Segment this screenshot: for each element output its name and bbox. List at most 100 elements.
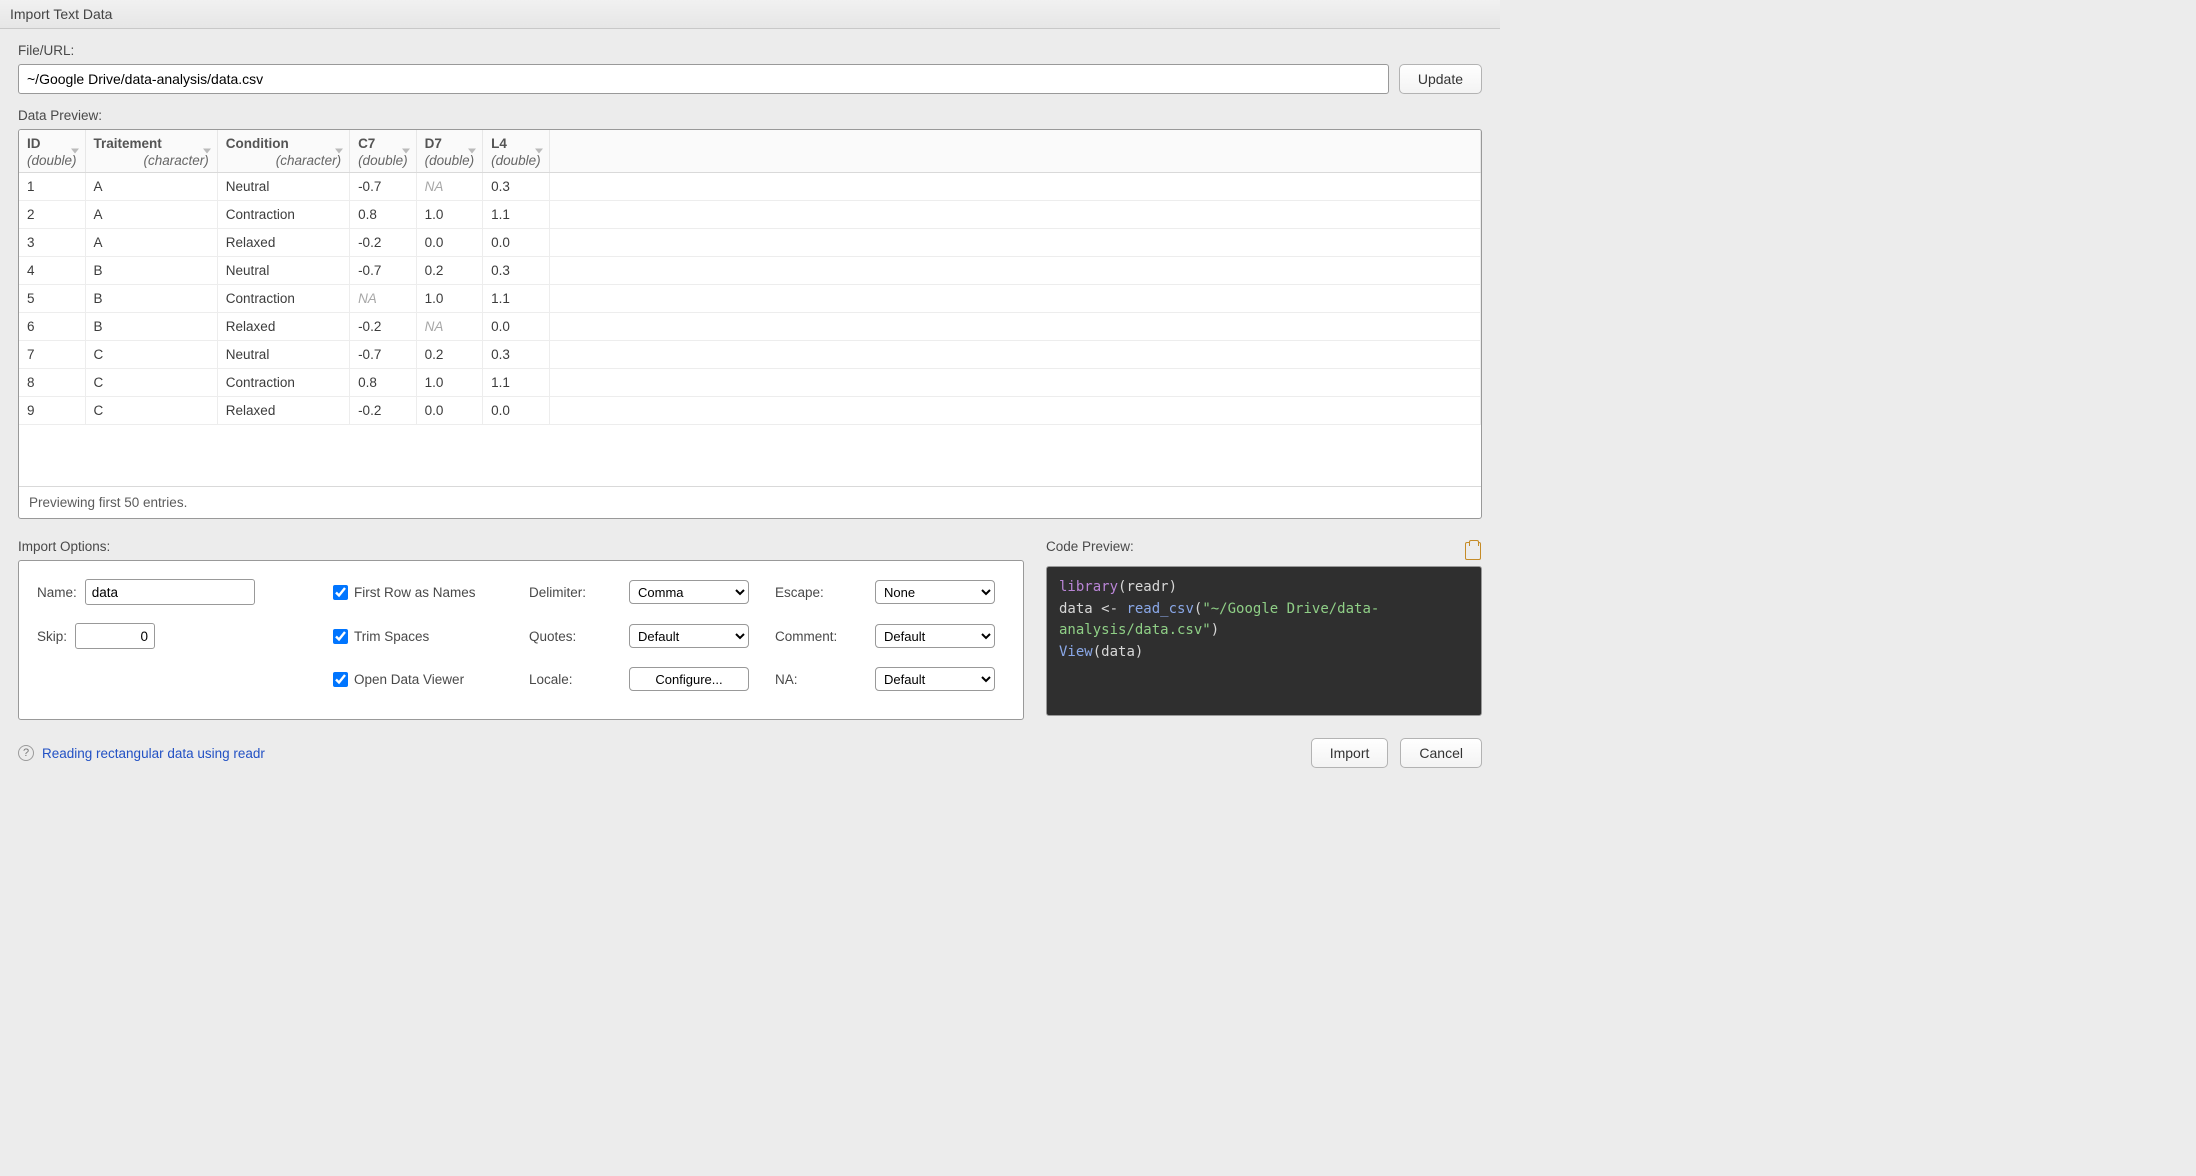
- trim-spaces-checkbox-box[interactable]: [333, 629, 348, 644]
- table-cell: 0.3: [483, 341, 550, 369]
- table-cell: A: [85, 173, 217, 201]
- table-cell: C: [85, 397, 217, 425]
- column-header[interactable]: Condition(character): [217, 130, 349, 173]
- comment-select[interactable]: Default: [875, 624, 995, 648]
- column-type: (double): [491, 151, 541, 168]
- table-cell: 0.8: [350, 201, 417, 229]
- column-header[interactable]: D7(double): [416, 130, 483, 173]
- preview-scroll[interactable]: ID(double)Traitement(character)Condition…: [19, 130, 1481, 486]
- table-cell: 2: [19, 201, 85, 229]
- table-cell: A: [85, 229, 217, 257]
- code-token: ): [1169, 579, 1177, 595]
- column-type: (double): [425, 151, 475, 168]
- table-row: 1ANeutral-0.7NA0.3: [19, 173, 1481, 201]
- data-preview: ID(double)Traitement(character)Condition…: [18, 129, 1482, 519]
- code-box[interactable]: library(readr) data <- read_csv("~/Googl…: [1046, 566, 1482, 716]
- chevron-down-icon[interactable]: [335, 149, 343, 154]
- chevron-down-icon[interactable]: [535, 149, 543, 154]
- table-cell: C: [85, 369, 217, 397]
- table-cell: 1.1: [483, 201, 550, 229]
- cell-filler: [549, 397, 1480, 425]
- code-preview: Code Preview: library(readr) data <- rea…: [1046, 539, 1482, 716]
- first-row-checkbox[interactable]: First Row as Names: [333, 585, 523, 600]
- chevron-down-icon[interactable]: [402, 149, 410, 154]
- import-button[interactable]: Import: [1311, 738, 1389, 768]
- locale-configure-button[interactable]: Configure...: [629, 667, 749, 691]
- help-icon[interactable]: ?: [18, 745, 34, 761]
- column-name: L4: [491, 136, 507, 151]
- table-cell: 0.8: [350, 369, 417, 397]
- table-row: 7CNeutral-0.70.20.3: [19, 341, 1481, 369]
- column-type: (character): [94, 151, 209, 168]
- table-cell: A: [85, 201, 217, 229]
- table-cell: NA: [416, 173, 483, 201]
- column-type: (double): [27, 151, 77, 168]
- skip-input[interactable]: [75, 623, 155, 649]
- quotes-select[interactable]: Default: [629, 624, 749, 648]
- comment-label: Comment:: [775, 629, 865, 644]
- open-viewer-checkbox-box[interactable]: [333, 672, 348, 687]
- column-header[interactable]: Traitement(character): [85, 130, 217, 173]
- table-cell: 0.2: [416, 341, 483, 369]
- table-cell: C: [85, 341, 217, 369]
- first-row-checkbox-box[interactable]: [333, 585, 348, 600]
- table-cell: -0.7: [350, 341, 417, 369]
- column-type: (character): [226, 151, 341, 168]
- table-row: 2AContraction0.81.01.1: [19, 201, 1481, 229]
- chevron-down-icon[interactable]: [468, 149, 476, 154]
- table-row: 6BRelaxed-0.2NA0.0: [19, 313, 1481, 341]
- table-row: 8CContraction0.81.01.1: [19, 369, 1481, 397]
- code-preview-label: Code Preview:: [1046, 539, 1134, 554]
- cell-filler: [549, 313, 1480, 341]
- table-cell: 0.0: [483, 229, 550, 257]
- table-row: 4BNeutral-0.70.20.3: [19, 257, 1481, 285]
- table-cell: Neutral: [217, 257, 349, 285]
- column-header[interactable]: L4(double): [483, 130, 550, 173]
- escape-select[interactable]: None: [875, 580, 995, 604]
- table-cell: 3: [19, 229, 85, 257]
- table-cell: -0.2: [350, 313, 417, 341]
- clipboard-icon[interactable]: [1464, 540, 1482, 560]
- preview-table: ID(double)Traitement(character)Condition…: [19, 130, 1481, 425]
- na-select[interactable]: Default: [875, 667, 995, 691]
- table-cell: 8: [19, 369, 85, 397]
- fileurl-input[interactable]: [18, 64, 1389, 94]
- column-name: Traitement: [94, 136, 162, 151]
- cancel-button[interactable]: Cancel: [1400, 738, 1482, 768]
- name-input[interactable]: [85, 579, 255, 605]
- column-header[interactable]: C7(double): [350, 130, 417, 173]
- chevron-down-icon[interactable]: [203, 149, 211, 154]
- cell-filler: [549, 257, 1480, 285]
- trim-spaces-checkbox[interactable]: Trim Spaces: [333, 629, 523, 644]
- first-row-label: First Row as Names: [354, 585, 476, 600]
- table-row: 3ARelaxed-0.20.00.0: [19, 229, 1481, 257]
- update-button[interactable]: Update: [1399, 64, 1482, 94]
- code-token: ): [1135, 644, 1143, 660]
- chevron-down-icon[interactable]: [71, 149, 79, 154]
- open-viewer-checkbox[interactable]: Open Data Viewer: [333, 672, 523, 687]
- table-cell: 1: [19, 173, 85, 201]
- table-cell: B: [85, 313, 217, 341]
- table-cell: 5: [19, 285, 85, 313]
- table-cell: NA: [416, 313, 483, 341]
- window-title: Import Text Data: [0, 0, 1500, 29]
- cell-filler: [549, 173, 1480, 201]
- code-token: (: [1093, 644, 1101, 660]
- code-token: View: [1059, 644, 1093, 660]
- import-options: Name: First Row as Names Delimiter: Comm…: [18, 560, 1024, 720]
- cell-filler: [549, 229, 1480, 257]
- column-header[interactable]: ID(double): [19, 130, 85, 173]
- locale-label: Locale:: [529, 672, 619, 687]
- table-row: 5BContractionNA1.01.1: [19, 285, 1481, 313]
- delimiter-select[interactable]: Comma: [629, 580, 749, 604]
- table-cell: Contraction: [217, 369, 349, 397]
- escape-label: Escape:: [775, 585, 865, 600]
- code-token: data: [1059, 601, 1101, 617]
- help-link[interactable]: Reading rectangular data using readr: [42, 746, 265, 761]
- cell-filler: [549, 369, 1480, 397]
- column-name: D7: [425, 136, 442, 151]
- table-cell: Relaxed: [217, 397, 349, 425]
- dialog-body: File/URL: Update Data Preview: ID(double…: [0, 29, 1500, 782]
- column-name: C7: [358, 136, 375, 151]
- fileurl-row: Update: [18, 64, 1482, 94]
